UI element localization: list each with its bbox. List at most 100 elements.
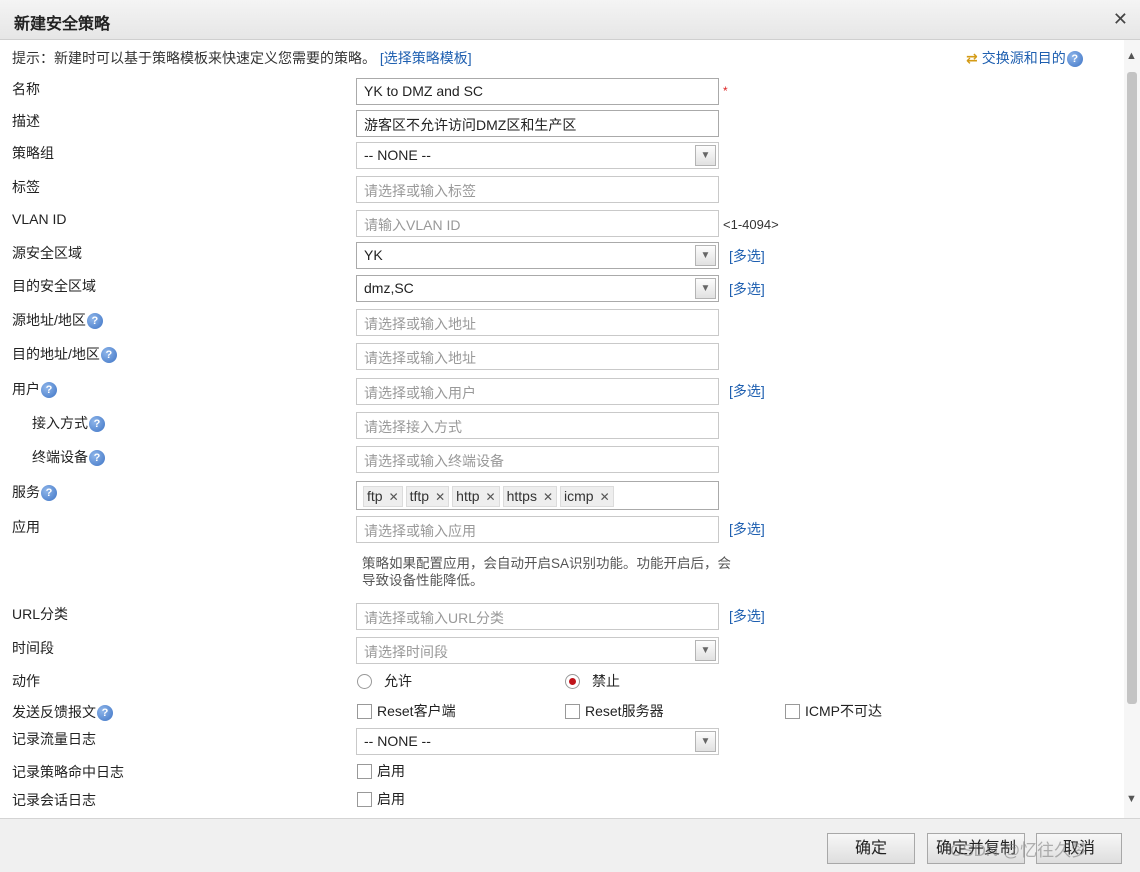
policy-group-select[interactable]: -- NONE -- ▼ bbox=[356, 142, 719, 169]
checkbox-icon[interactable] bbox=[565, 703, 580, 719]
tag-label: 标签 bbox=[12, 179, 40, 195]
schedule-placeholder: 请选择时间段 bbox=[364, 644, 448, 660]
radio-unchecked-icon[interactable] bbox=[357, 673, 372, 689]
reset-server-checkbox[interactable]: Reset服务器 bbox=[565, 701, 664, 721]
service-label-text: 服务 bbox=[12, 484, 40, 500]
ok-button[interactable]: 确定 bbox=[827, 833, 915, 864]
service-tag: ftp ✕ bbox=[363, 486, 403, 507]
swap-icon: ⇄ bbox=[966, 50, 978, 66]
service-tag-label: http bbox=[456, 488, 480, 504]
action-label: 动作 bbox=[12, 673, 40, 689]
chevron-down-icon[interactable]: ▼ bbox=[695, 731, 716, 752]
icmp-unreachable-checkbox[interactable]: ICMP不可达 bbox=[785, 701, 882, 721]
policy-group-value: -- NONE -- bbox=[364, 147, 431, 163]
help-icon[interactable]: ? bbox=[41, 485, 57, 502]
remove-tag-icon[interactable]: ✕ bbox=[543, 490, 553, 504]
schedule-select[interactable]: 请选择时间段 ▼ bbox=[356, 637, 719, 664]
watermark: CSDN @忆往久梦 bbox=[950, 841, 1089, 860]
reset-client-label: Reset客户端 bbox=[377, 703, 456, 719]
help-icon[interactable]: ? bbox=[100, 347, 117, 364]
app-note: 策略如果配置应用，会自动开启SA识别功能。功能开启后，会导致设备性能降低。 bbox=[362, 556, 732, 588]
src-zone-multi-link[interactable]: [多选] bbox=[729, 246, 765, 266]
src-zone-select[interactable]: YK ▼ bbox=[356, 242, 719, 269]
select-template-link[interactable]: [选择策略模板] bbox=[380, 50, 472, 66]
radio-checked-icon[interactable] bbox=[565, 673, 580, 689]
scrollbar-thumb[interactable] bbox=[1127, 72, 1137, 704]
close-icon[interactable]: ✕ bbox=[1113, 9, 1128, 30]
description-label: 描述 bbox=[12, 113, 40, 129]
remove-tag-icon[interactable]: ✕ bbox=[600, 490, 610, 504]
remove-tag-icon[interactable]: ✕ bbox=[435, 490, 445, 504]
session-log-enable-label: 启用 bbox=[377, 791, 405, 807]
required-mark: * bbox=[723, 84, 728, 98]
url-multi-link[interactable]: [多选] bbox=[729, 606, 765, 626]
reset-server-label: Reset服务器 bbox=[585, 703, 664, 719]
dst-addr-label-text: 目的地址/地区 bbox=[12, 346, 100, 362]
swap-label: 交换源和目的 bbox=[981, 50, 1066, 66]
dst-zone-select[interactable]: dmz,SC ▼ bbox=[356, 275, 719, 302]
action-allow-label: 允许 bbox=[384, 673, 412, 689]
chevron-down-icon[interactable]: ▼ bbox=[695, 145, 716, 166]
action-allow-radio[interactable]: 允许 bbox=[357, 671, 412, 691]
service-tag: http ✕ bbox=[452, 486, 500, 507]
service-tag-input[interactable]: ftp ✕ tftp ✕ http ✕ https ✕ icmp ✕ bbox=[356, 481, 719, 510]
feedback-label: 发送反馈报文? bbox=[12, 702, 113, 722]
access-mode-label: 接入方式? bbox=[32, 413, 105, 433]
checkbox-icon[interactable] bbox=[357, 703, 372, 719]
service-tag-label: https bbox=[506, 488, 537, 504]
help-icon[interactable]: ? bbox=[86, 313, 103, 330]
traffic-log-value: -- NONE -- bbox=[364, 733, 431, 749]
access-mode-input[interactable]: 请选择接入方式 bbox=[356, 412, 719, 439]
schedule-label: 时间段 bbox=[12, 640, 54, 656]
app-input[interactable]: 请选择或输入应用 bbox=[356, 516, 719, 543]
name-input[interactable]: YK to DMZ and SC bbox=[356, 78, 719, 105]
user-multi-link[interactable]: [多选] bbox=[729, 381, 765, 401]
action-deny-radio[interactable]: 禁止 bbox=[565, 671, 620, 691]
checkbox-icon[interactable] bbox=[357, 763, 372, 779]
src-addr-input[interactable]: 请选择或输入地址 bbox=[356, 309, 719, 336]
action-deny-label: 禁止 bbox=[592, 673, 620, 689]
terminal-input[interactable]: 请选择或输入终端设备 bbox=[356, 446, 719, 473]
help-icon[interactable]: ? bbox=[1066, 51, 1083, 68]
dst-zone-multi-link[interactable]: [多选] bbox=[729, 279, 765, 299]
policy-group-label: 策略组 bbox=[12, 145, 54, 161]
checkbox-icon[interactable] bbox=[785, 703, 800, 719]
user-input[interactable]: 请选择或输入用户 bbox=[356, 378, 719, 405]
app-multi-link[interactable]: [多选] bbox=[729, 519, 765, 539]
help-icon[interactable]: ? bbox=[41, 382, 57, 399]
hit-log-checkbox[interactable]: 启用 bbox=[357, 761, 405, 781]
src-addr-label-text: 源地址/地区 bbox=[12, 312, 86, 328]
remove-tag-icon[interactable]: ✕ bbox=[389, 490, 399, 504]
traffic-log-select[interactable]: -- NONE -- ▼ bbox=[356, 728, 719, 755]
vlan-id-input[interactable]: 请输入VLAN ID bbox=[356, 210, 719, 237]
app-label: 应用 bbox=[12, 519, 40, 535]
swap-src-dst-link[interactable]: ⇄ 交换源和目的? bbox=[966, 48, 1083, 68]
vlan-range-hint: <1-4094> bbox=[723, 217, 779, 232]
help-icon[interactable]: ? bbox=[97, 705, 113, 722]
dst-addr-input[interactable]: 请选择或输入地址 bbox=[356, 343, 719, 370]
service-tag: https ✕ bbox=[502, 486, 558, 507]
dst-addr-label: 目的地址/地区? bbox=[12, 344, 117, 364]
service-tag-label: tftp bbox=[409, 488, 430, 504]
dialog-titlebar: 新建安全策略 ✕ bbox=[0, 0, 1140, 40]
tag-input[interactable]: 请选择或输入标签 bbox=[356, 176, 719, 203]
help-icon[interactable]: ? bbox=[89, 450, 105, 467]
dst-zone-label: 目的安全区域 bbox=[12, 278, 96, 294]
url-category-input[interactable]: 请选择或输入URL分类 bbox=[356, 603, 719, 630]
chevron-down-icon[interactable]: ▼ bbox=[695, 278, 716, 299]
help-icon[interactable]: ? bbox=[89, 416, 105, 433]
url-category-label: URL分类 bbox=[12, 606, 69, 622]
chevron-down-icon[interactable]: ▼ bbox=[695, 245, 716, 266]
reset-client-checkbox[interactable]: Reset客户端 bbox=[357, 701, 456, 721]
hit-log-label: 记录策略命中日志 bbox=[12, 764, 124, 780]
checkbox-icon[interactable] bbox=[357, 791, 372, 807]
service-tag: icmp ✕ bbox=[560, 486, 614, 507]
feedback-label-text: 发送反馈报文 bbox=[12, 704, 96, 720]
description-input[interactable]: 游客区不允许访问DMZ区和生产区 bbox=[356, 110, 719, 137]
session-log-checkbox[interactable]: 启用 bbox=[357, 789, 405, 809]
scroll-down-icon[interactable]: ▼ bbox=[1126, 793, 1137, 805]
chevron-down-icon[interactable]: ▼ bbox=[695, 640, 716, 661]
remove-tag-icon[interactable]: ✕ bbox=[486, 490, 496, 504]
scroll-up-icon[interactable]: ▲ bbox=[1126, 50, 1137, 62]
hit-log-enable-label: 启用 bbox=[377, 763, 405, 779]
